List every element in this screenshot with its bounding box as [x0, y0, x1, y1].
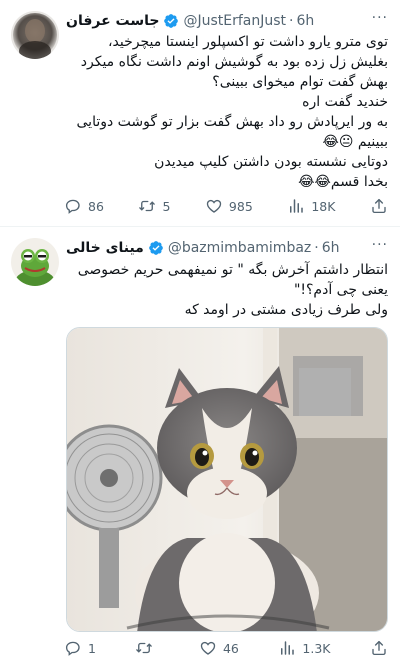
like-count: 985	[228, 198, 253, 214]
tweet-line: دوتایی نشسته بودن داشتن کلیپ میدیدن	[154, 154, 388, 170]
tweet-line: انتظار داشتم آخرش بگه " تو نمیفهمی حریم …	[77, 262, 388, 278]
repost-button[interactable]: 5	[138, 197, 170, 215]
like-icon	[206, 199, 222, 213]
like-button[interactable]: 46	[199, 639, 239, 657]
repost-button[interactable]	[135, 639, 159, 657]
tweet-line: ببینیم 😐😂	[322, 134, 388, 150]
reply-button[interactable]: 86	[64, 197, 104, 215]
tweet-line: یعنی چی آدم؟!"	[293, 282, 388, 298]
tweet-line: توی مترو یارو داشت تو اکسپلور اینستا میچ…	[108, 34, 388, 50]
views-icon	[290, 199, 304, 213]
avatar[interactable]	[11, 11, 59, 59]
author-handle[interactable]: @JustErfanJust	[183, 13, 286, 29]
action-bar: 86 5 985 18K	[64, 194, 388, 218]
avatar[interactable]	[11, 238, 59, 286]
views-count: 1.3K	[302, 640, 331, 656]
tweet-image[interactable]	[66, 327, 388, 632]
reply-icon	[65, 199, 80, 214]
repost-icon	[136, 642, 153, 654]
author-name[interactable]: جاست عرفان	[66, 13, 159, 29]
share-button[interactable]	[370, 197, 388, 215]
views-count: 18K	[311, 198, 336, 214]
tweet-line: ولی طرف زیادی مشتی در اومد که	[184, 302, 388, 318]
cat-photo	[67, 328, 387, 631]
tweet-header: جاست عرفان @JustErfanJust · 6h ···	[66, 10, 388, 32]
separator-dot: ·	[289, 13, 294, 29]
share-icon	[372, 640, 386, 656]
tweet-text: انتظار داشتم آخرش بگه " تو نمیفهمی حریم …	[64, 260, 388, 320]
views-button[interactable]: 1.3K	[278, 639, 330, 657]
like-button[interactable]: 985	[205, 197, 253, 215]
verified-badge-icon	[148, 240, 164, 256]
share-icon	[372, 198, 386, 214]
reply-count: 86	[88, 198, 104, 214]
more-icon[interactable]: ···	[372, 237, 388, 253]
views-icon	[281, 641, 295, 655]
share-button[interactable]	[370, 639, 388, 657]
action-bar: 1 46 1.3K	[64, 636, 388, 660]
timestamp[interactable]: 6h	[296, 13, 314, 29]
repost-count: 5	[162, 198, 171, 214]
author-name[interactable]: مینای خالی	[66, 240, 144, 256]
tweet-line: بهش گفت توام میخوای ببینی؟	[212, 74, 388, 90]
like-count: 46	[222, 640, 239, 656]
tweet-line: خندید گفت اره	[302, 94, 388, 110]
repost-icon	[139, 200, 156, 212]
reply-icon	[65, 641, 80, 656]
verified-badge-icon	[163, 13, 179, 29]
views-button[interactable]: 18K	[287, 197, 335, 215]
reply-count: 1	[88, 640, 96, 656]
author-handle[interactable]: @bazmimbamimbaz	[168, 240, 311, 256]
tweet-text: توی مترو یارو داشت تو اکسپلور اینستا میچ…	[64, 32, 389, 192]
like-icon	[200, 641, 216, 655]
tweet-line: بخدا قسم😂😂	[298, 174, 388, 190]
tweet-line: بغلیش زل زده بود به گوشیش اونم داشت نگاه…	[80, 54, 388, 70]
more-icon[interactable]: ···	[372, 10, 388, 26]
tweet-header: مینای خالی @bazmimbamimbaz · 6h ···	[66, 237, 388, 259]
tweet-2[interactable]: مینای خالی @bazmimbamimbaz · 6h ··· انتظ…	[0, 226, 400, 672]
tweet-1[interactable]: جاست عرفان @JustErfanJust · 6h ··· توی م…	[0, 0, 400, 226]
timestamp[interactable]: 6h	[322, 240, 340, 256]
tweet-line: به ور ایرپادش رو داد بهش گفت بزار تو گوش…	[76, 114, 389, 130]
separator-dot: ·	[314, 240, 319, 256]
reply-button[interactable]: 1	[64, 639, 96, 657]
